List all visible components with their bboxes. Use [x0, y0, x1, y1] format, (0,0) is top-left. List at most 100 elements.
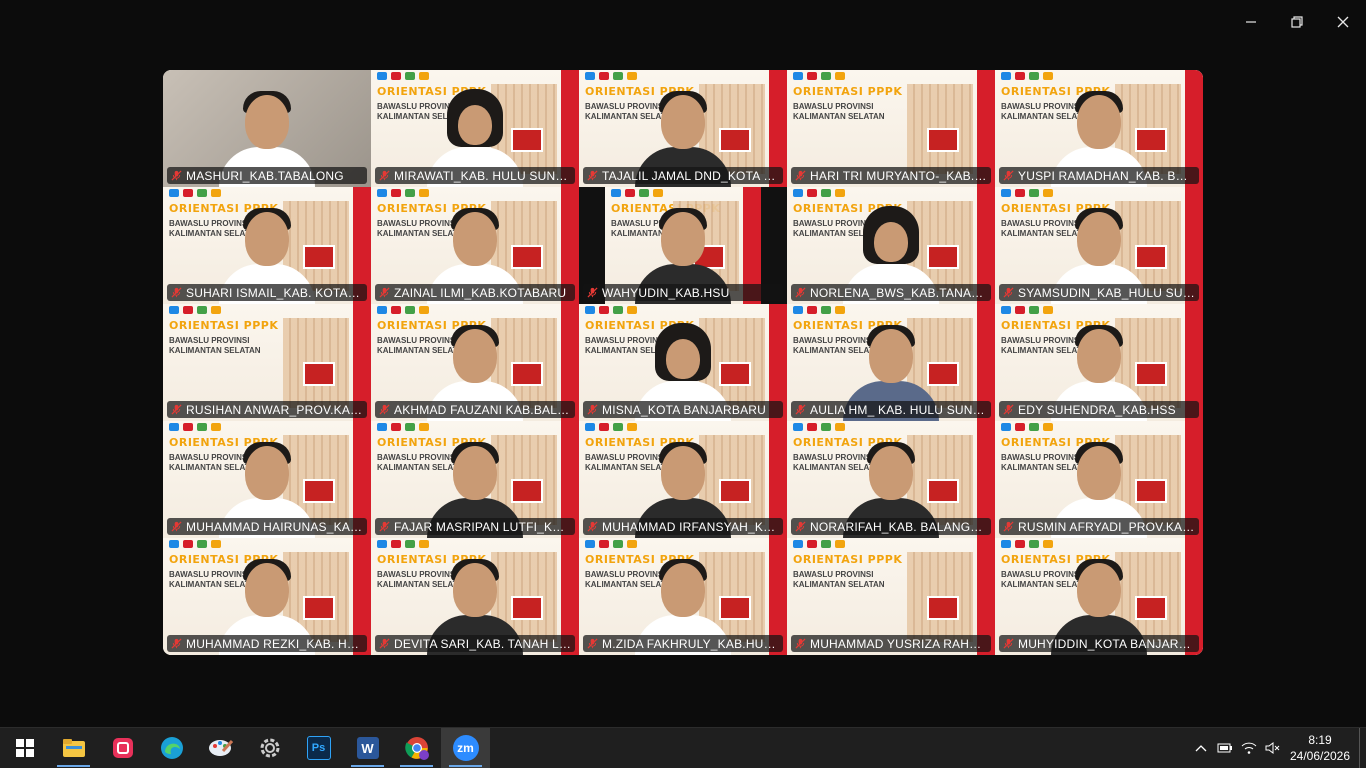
taskbar-file-explorer[interactable]: [49, 728, 98, 768]
microphone-muted-icon: [795, 638, 806, 649]
microphone-muted-icon: [587, 287, 598, 298]
sponsor-logos: [1001, 540, 1053, 548]
microphone-muted-icon: [1003, 404, 1014, 415]
sponsor-logos: [377, 423, 429, 431]
participant-tile[interactable]: ORIENTASI PPPK BAWASLU PROVINSI KALIMANTAN…: [371, 70, 579, 187]
network-status[interactable]: [1237, 728, 1261, 768]
taskbar-chrome[interactable]: [392, 728, 441, 768]
participant-name: MUHYIDDIN_KOTA BANJARBARU: [1018, 636, 1195, 651]
microphone-muted-icon: [171, 170, 182, 181]
participant-name-tag: MUHAMMAD YUSRIZA RAHMAN_KAB.TAPIN: [791, 635, 991, 652]
sponsor-logos: [585, 306, 637, 314]
participant-tile[interactable]: ORIENTASI PPPK BAWASLU PROVINSI KALIMANTAN…: [371, 538, 579, 655]
participant-tile[interactable]: ORIENTASI PPPK BAWASLU PROVINSI KALIMANTAN…: [579, 421, 787, 538]
microphone-muted-icon: [379, 404, 390, 415]
participant-tile[interactable]: ORIENTASI PPPK BAWASLU PROVINSI KALIMANTAN…: [995, 538, 1203, 655]
microphone-muted-icon: [1003, 287, 1014, 298]
participant-tile[interactable]: ORIENTASI PPPK BAWASLU PROVINSI KALIMANTAN…: [995, 421, 1203, 538]
participant-tile[interactable]: ORIENTASI PPPK BAWASLU PROVINSI KALIMANTAN…: [163, 538, 371, 655]
windows-start-icon: [15, 739, 34, 757]
participant-name: YUSPI RAMADHAN_KAB. BARITO KUALA: [1018, 168, 1195, 183]
participant-name: ZAINAL ILMI_KAB.KOTABARU: [394, 285, 567, 300]
microphone-muted-icon: [795, 404, 806, 415]
slide-title: ORIENTASI PPPK: [793, 553, 903, 566]
participant-tile[interactable]: ORIENTASI PPPK BAWASLU PROVINSI KALIMANTAN…: [579, 70, 787, 187]
system-tray: 8:19 24/06/2026: [1189, 728, 1366, 768]
participant-name: MUHAMMAD HAIRUNAS_KAB.BANJAR: [186, 519, 363, 534]
minimize-icon: [1246, 21, 1256, 23]
microphone-muted-icon: [587, 638, 598, 649]
participant-tile[interactable]: ORIENTASI PPPK BAWASLU PROVINSI KALIMANTAN…: [787, 187, 995, 304]
microphone-muted-icon: [379, 170, 390, 181]
sponsor-logos: [377, 540, 429, 548]
volume-status[interactable]: [1261, 728, 1285, 768]
participant-tile[interactable]: ORIENTASI PPPK BAWASLU PROVINSI KALIMANTAN…: [371, 304, 579, 421]
participant-name: NORARIFAH_KAB. BALANGAN: [810, 519, 987, 534]
participant-tile[interactable]: ORIENTASI PPPK BAWASLU PROVINSI KALIMANTAN…: [995, 70, 1203, 187]
settings-app-icon: [260, 738, 279, 758]
participant-name-tag: AULIA HM_ KAB. HULU SUNGAI UTARA: [791, 401, 991, 418]
start-button[interactable]: [0, 728, 49, 768]
participant-name: MASHURI_KAB.TABALONG: [186, 168, 344, 183]
microphone-muted-icon: [795, 521, 806, 532]
participant-tile[interactable]: ORIENTASI PPPK BAWASLU PROVINSI KALIMANTAN…: [995, 187, 1203, 304]
participant-tile[interactable]: ORIENTASI PPPK BAWASLU PROVINSI KALIMANTAN…: [579, 304, 787, 421]
participant-name-tag: RUSIHAN ANWAR_PROV.KALIMANTAN SELATAN: [167, 401, 367, 418]
participant-tile[interactable]: ORIENTASI PPPK BAWASLU PROVINSI KALIMANTAN…: [163, 304, 371, 421]
taskbar-paint[interactable]: [196, 728, 245, 768]
participant-tile[interactable]: ORIENTASI PPPK BAWASLU PROVINSI KALIMANTAN…: [787, 421, 995, 538]
microphone-muted-icon: [587, 170, 598, 181]
participant-tile[interactable]: ORIENTASI PPPK BAWASLU PROVINSI KALIMANTAN…: [787, 70, 995, 187]
taskbar: Ps W zm 8:19 24/06/2026: [0, 727, 1366, 768]
taskbar-zoom[interactable]: zm: [441, 728, 490, 768]
microphone-muted-icon: [587, 521, 598, 532]
microphone-muted-icon: [587, 404, 598, 415]
participant-name-tag: ZAINAL ILMI_KAB.KOTABARU: [375, 284, 575, 301]
slide-line2: KALIMANTAN SELATAN: [169, 346, 261, 355]
participant-name-tag: EDY SUHENDRA_KAB.HSS: [999, 401, 1199, 418]
snipping-app-icon: [112, 738, 133, 758]
participant-name-tag: SUHARI ISMAIL_KAB. KOTABARU: [167, 284, 367, 301]
participant-tile[interactable]: ORIENTASI PPPK BAWASLU PROVINSI KALIMANTAN…: [579, 538, 787, 655]
taskbar-snipping[interactable]: [98, 728, 147, 768]
participant-tile[interactable]: ORIENTASI PPPK BAWASLU PROVINSI KALIMANTAN…: [787, 538, 995, 655]
taskbar-word[interactable]: W: [343, 728, 392, 768]
participant-tile[interactable]: ORIENTASI PPPK BAWASLU PROVINSI KALIMANTAN…: [995, 304, 1203, 421]
bawaslu-sign: [303, 362, 335, 386]
restore-button[interactable]: [1274, 0, 1320, 44]
sponsor-logos: [169, 540, 221, 548]
minimize-button[interactable]: [1228, 0, 1274, 44]
participant-name-tag: YUSPI RAMADHAN_KAB. BARITO KUALA: [999, 167, 1199, 184]
close-button[interactable]: [1320, 0, 1366, 44]
participant-name: RUSIHAN ANWAR_PROV.KALIMANTAN SELATAN: [186, 402, 363, 417]
participant-name: EDY SUHENDRA_KAB.HSS: [1018, 402, 1176, 417]
battery-icon: [1217, 743, 1232, 753]
participant-name: WAHYUDIN_KAB.HSU: [602, 285, 730, 300]
participant-tile[interactable]: ORIENTASI PPPK BAWASLU PROVINSI KALIMANTAN…: [371, 187, 579, 304]
taskbar-photoshop[interactable]: Ps: [294, 728, 343, 768]
taskbar-edge[interactable]: [147, 728, 196, 768]
participant-tile[interactable]: ORIENTASI PPPK BAWASLU PROVINSI KALIMANTAN…: [787, 304, 995, 421]
show-desktop-button[interactable]: [1359, 728, 1366, 768]
battery-status[interactable]: [1213, 728, 1237, 768]
participant-name-tag: MUHAMMAD IRFANSYAH_KAB.TANAH LAUT: [583, 518, 783, 535]
sponsor-logos: [585, 540, 637, 548]
microphone-muted-icon: [379, 521, 390, 532]
participant-tile[interactable]: ORIENTASI PPPK BAWASLU PROVINSI KALIMANTAN…: [371, 421, 579, 538]
show-hidden-icons-button[interactable]: [1189, 728, 1213, 768]
taskbar-settings[interactable]: [245, 728, 294, 768]
participant-name-tag: AKHMAD FAUZANI KAB.BALANGAN: [375, 401, 575, 418]
participant-name-tag: MUHAMMAD REZKI_KAB. HULU SUNGAI UTARA: [167, 635, 367, 652]
wifi-icon: [1241, 742, 1257, 754]
sponsor-logos: [793, 540, 845, 548]
slide-line1: BAWASLU PROVINSI: [169, 336, 250, 345]
sponsor-logos: [793, 189, 845, 197]
sponsor-logos: [169, 306, 221, 314]
participant-tile[interactable]: MASHURI_KAB.TABALONG: [163, 70, 371, 187]
clock[interactable]: 8:19 24/06/2026: [1285, 732, 1355, 764]
participant-tile[interactable]: ORIENTASI PPPK BAWASLU PROVINSI KALIMANTAN…: [163, 421, 371, 538]
participant-name-tag: MASHURI_KAB.TABALONG: [167, 167, 367, 184]
participant-tile[interactable]: ORIENTASI PPPK BAWASLU PROVINSI KALIMANTAN…: [163, 187, 371, 304]
microphone-muted-icon: [171, 404, 182, 415]
participant-tile[interactable]: ORIENTASI PPPK BAWASLU PROVINSI KALIMANTAN…: [579, 187, 787, 304]
